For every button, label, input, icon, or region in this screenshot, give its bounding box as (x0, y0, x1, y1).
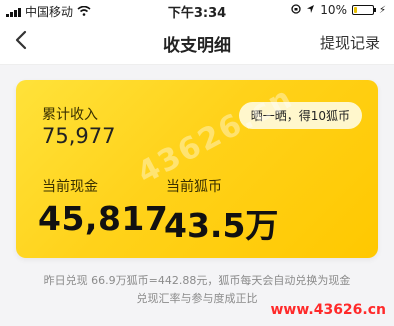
accumulated-income-label: 累计收入 (42, 107, 98, 123)
current-cash-value: 45,817 (38, 199, 169, 238)
current-coins-label: 当前狐币 (166, 179, 222, 195)
exchange-note: 昨日兑现 66.9万狐币=442.88元，狐币每天会自动兑换为现金 (43, 274, 351, 287)
charging-icon: ⚡ (378, 4, 386, 16)
withdraw-records-link[interactable]: 提现记录 (320, 32, 380, 53)
rotation-lock-icon (291, 3, 301, 17)
current-cash-label: 当前现金 (42, 179, 98, 195)
battery-percent: 10% (320, 3, 347, 17)
site-watermark: www.43626.cn (270, 302, 386, 318)
status-right: 10% ⚡ (291, 3, 386, 17)
battery-icon (351, 5, 376, 15)
accumulated-income-value: 75,977 (42, 124, 116, 148)
location-icon (306, 3, 315, 17)
current-coins-value: 43.5万 (164, 206, 279, 245)
navigation-bar: 收支明细 提现记录 (0, 20, 394, 65)
income-card: 累计收入 75,977 晒一晒，得10狐币 当前现金 当前狐币 45,817 4… (16, 80, 378, 258)
status-bar: 中国移动 下午3:34 10% ⚡ (0, 0, 394, 21)
